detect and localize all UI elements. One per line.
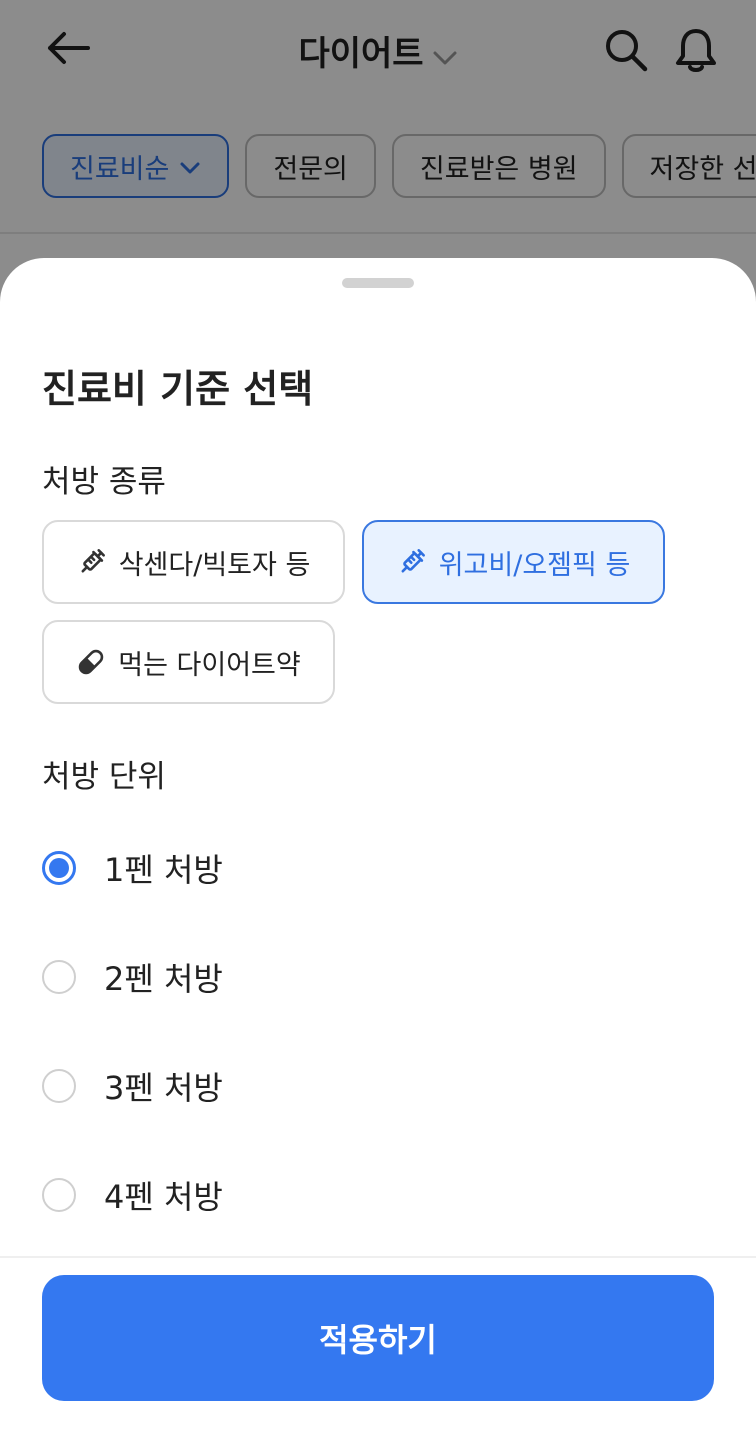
unit-option-3pen[interactable]: 3펜 처방 <box>42 1056 223 1116</box>
unit-option-1pen[interactable]: 1펜 처방 <box>42 838 223 898</box>
syringe-icon <box>77 547 107 577</box>
type-option-wegovy[interactable]: 위고비/오젬픽 등 <box>362 520 665 604</box>
fee-criteria-bottom-sheet: 진료비 기준 선택 처방 종류 삭센다/빅토자 등 위고비/오젬픽 등 먹는 다… <box>0 258 756 1434</box>
apply-button[interactable]: 적용하기 <box>42 1275 714 1401</box>
radio-button[interactable] <box>42 1178 76 1212</box>
type-option-label: 위고비/오젬픽 등 <box>438 549 631 581</box>
radio-dot <box>49 858 69 878</box>
unit-option-4pen[interactable]: 4펜 처방 <box>42 1165 223 1225</box>
radio-label: 1펜 처방 <box>104 851 223 889</box>
syringe-icon <box>397 547 427 577</box>
radio-button[interactable] <box>42 851 76 885</box>
radio-label: 3펜 처방 <box>104 1069 223 1107</box>
prescription-type-label: 처방 종류 <box>42 464 166 500</box>
radio-label: 4펜 처방 <box>104 1178 223 1216</box>
radio-button[interactable] <box>42 960 76 994</box>
sheet-title: 진료비 기준 선택 <box>42 367 314 411</box>
type-option-label: 먹는 다이어트약 <box>118 649 301 681</box>
type-option-label: 삭센다/빅토자 등 <box>118 549 311 581</box>
footer-divider <box>0 1256 756 1258</box>
unit-option-2pen[interactable]: 2펜 처방 <box>42 947 223 1007</box>
radio-button[interactable] <box>42 1069 76 1103</box>
pill-icon <box>76 647 106 677</box>
type-option-oral-pill[interactable]: 먹는 다이어트약 <box>42 620 335 704</box>
prescription-unit-label: 처방 단위 <box>42 759 166 795</box>
radio-label: 2펜 처방 <box>104 960 223 998</box>
sheet-drag-handle[interactable] <box>342 278 414 288</box>
type-option-saxenda[interactable]: 삭센다/빅토자 등 <box>42 520 345 604</box>
